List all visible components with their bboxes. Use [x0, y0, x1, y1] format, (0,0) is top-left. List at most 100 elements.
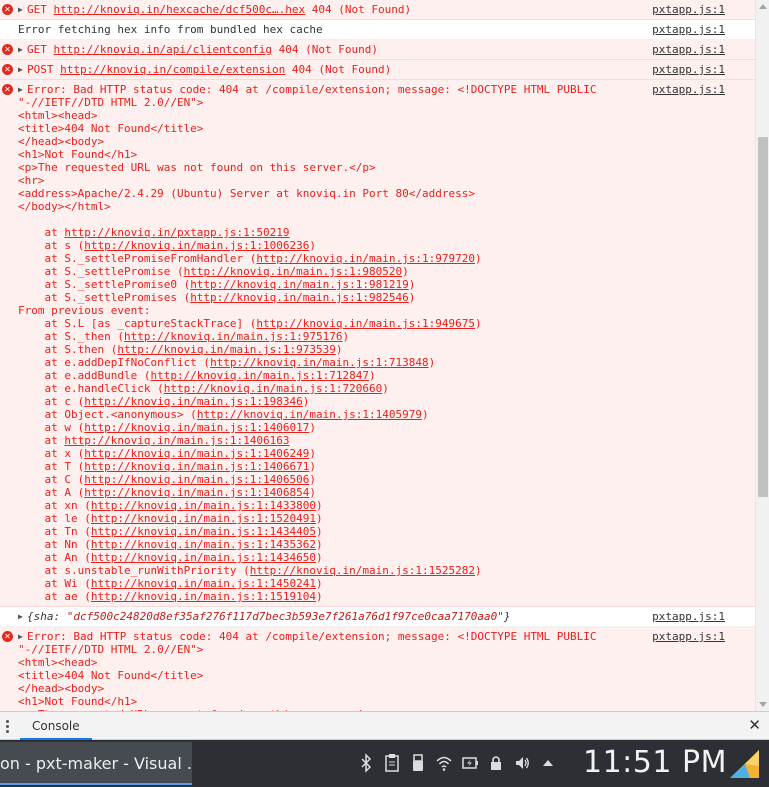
- stack-link[interactable]: http://knoviq.in/main.js:1:979720: [256, 252, 475, 265]
- stack-link[interactable]: http://knoviq.in/main.js:1:198346: [84, 395, 303, 408]
- close-drawer-icon[interactable]: ✕: [748, 718, 761, 733]
- source-link[interactable]: pxtapp.js:1: [652, 610, 725, 623]
- source-link[interactable]: pxtapp.js:1: [652, 63, 725, 76]
- message-line: at c (http://knoviq.in/main.js:1:198346): [18, 395, 640, 408]
- scroll-down-arrow-icon[interactable]: [759, 702, 767, 707]
- message-text: 404 (Not Found): [305, 3, 412, 16]
- console-error-message[interactable]: ✕ ▶ GET http://knoviq.in/hexcache/dcf500c……: [0, 0, 755, 20]
- tray-expand-icon[interactable]: [540, 752, 556, 774]
- message-line: <html><head>: [18, 656, 640, 669]
- console-object-message[interactable]: ▶ {sha: "dcf500c24820d8ef35af276f117d7bec…: [0, 607, 755, 627]
- stack-link[interactable]: http://knoviq.in/main.js:1:712847: [150, 369, 369, 382]
- source-link[interactable]: pxtapp.js:1: [652, 23, 725, 36]
- scroll-up-arrow-icon[interactable]: [759, 4, 767, 9]
- message-line: at S.then (http://knoviq.in/main.js:1:97…: [18, 343, 640, 356]
- usb-drive-icon[interactable]: [410, 752, 426, 774]
- expand-arrow-icon[interactable]: ▶: [18, 63, 27, 76]
- message-text: <html><head>: [18, 656, 98, 669]
- stack-link[interactable]: http://knoviq.in/main.js:1:1434650: [91, 551, 316, 564]
- stack-link[interactable]: http://knoviq.in/main.js:1:1435362: [91, 538, 316, 551]
- console-log[interactable]: ✕ ▶ GET http://knoviq.in/hexcache/dcf500c……: [0, 0, 755, 711]
- taskbar-task-vscode[interactable]: on - pxt-maker - Visual ...: [0, 742, 192, 785]
- message-text: From previous event:: [18, 304, 151, 317]
- message-text: <title>404 Not Found</title>: [18, 669, 204, 682]
- stack-link[interactable]: http://knoviq.in/pxtapp.js:1:50219: [64, 226, 289, 239]
- stack-link[interactable]: http://knoviq.in/main.js:1:1406017: [84, 421, 309, 434]
- message-text: <address>Apache/2.4.29 (Ubuntu) Server a…: [18, 187, 475, 200]
- stack-link[interactable]: http://knoviq.in/main.js:1:720660: [164, 382, 383, 395]
- message-content: ▶ GET http://knoviq.in/hexcache/dcf500c….…: [0, 0, 640, 19]
- console-error-message[interactable]: ✕ ▶ GET http://knoviq.in/api/clientconfig …: [0, 40, 755, 60]
- stack-link[interactable]: http://knoviq.in/main.js:1:1519104: [91, 590, 316, 603]
- message-line: <h1>Not Found</h1>: [18, 695, 640, 708]
- expand-arrow-icon[interactable]: ▶: [18, 3, 27, 16]
- stack-link[interactable]: http://knoviq.in/main.js:1:975176: [124, 330, 343, 343]
- message-line: at e.addDepIfNoConflict (http://knoviq.i…: [18, 356, 640, 369]
- message-text: at S._then (: [18, 330, 124, 343]
- message-content: ▶ Error: Bad HTTP status code: 404 at /co…: [0, 80, 640, 606]
- error-icon: ✕: [2, 84, 13, 95]
- stack-link[interactable]: http://knoviq.in/main.js:1:713848: [210, 356, 429, 369]
- volume-icon[interactable]: [514, 752, 530, 774]
- bluetooth-icon[interactable]: [358, 752, 374, 774]
- message-content: ▶ POST http://knoviq.in/compile/extension…: [0, 60, 640, 79]
- expand-arrow-icon[interactable]: ▶: [18, 43, 27, 56]
- console-scrollbar[interactable]: [755, 0, 769, 711]
- console-error-message[interactable]: ✕ ▶ POST http://knoviq.in/compile/extensio…: [0, 60, 755, 80]
- stack-link[interactable]: http://knoviq.in/main.js:1:1006236: [84, 239, 309, 252]
- clock[interactable]: 11:51 PM: [583, 745, 727, 781]
- stack-link[interactable]: http://knoviq.in/main.js:1:1406854: [84, 486, 309, 499]
- message-text: at S._settlePromise0 (: [18, 278, 191, 291]
- message-text: at s (: [18, 239, 85, 252]
- tab-console[interactable]: Console: [20, 712, 92, 740]
- mx-linux-logo-icon[interactable]: [728, 748, 761, 780]
- stack-link[interactable]: http://knoviq.in/main.js:1:1434405: [91, 525, 316, 538]
- message-text: at w (: [18, 421, 85, 434]
- message-text: 404 (Not Found): [272, 43, 379, 56]
- stack-link[interactable]: http://knoviq.in/compile/extension: [60, 63, 285, 76]
- stack-link[interactable]: http://knoviq.in/main.js:1:981219: [190, 278, 409, 291]
- stack-link[interactable]: http://knoviq.in/main.js:1:982546: [190, 291, 409, 304]
- message-line: ▶ GET http://knoviq.in/hexcache/dcf500c….…: [18, 3, 640, 16]
- message-content: ▶ Error: Bad HTTP status code: 404 at /co…: [0, 627, 640, 711]
- clipboard-icon[interactable]: [384, 752, 400, 774]
- lock-icon[interactable]: [488, 752, 504, 774]
- stack-link[interactable]: http://knoviq.in/main.js:1:1525282: [250, 564, 475, 577]
- stack-link[interactable]: http://knoviq.in/main.js:1:1406163: [64, 434, 289, 447]
- message-text: ): [309, 486, 317, 499]
- stack-link[interactable]: http://knoviq.in/main.js:1:1405979: [197, 408, 422, 421]
- error-icon: ✕: [2, 64, 13, 75]
- message-line: at S._settlePromises (http://knoviq.in/m…: [18, 291, 640, 304]
- source-link[interactable]: pxtapp.js:1: [652, 3, 725, 16]
- stack-link[interactable]: http://knoviq.in/main.js:1:1433800: [91, 499, 316, 512]
- expand-arrow-icon[interactable]: ▶: [18, 83, 27, 96]
- message-text: ): [474, 564, 482, 577]
- source-link[interactable]: pxtapp.js:1: [652, 83, 725, 96]
- source-link[interactable]: pxtapp.js:1: [652, 43, 725, 56]
- source-link[interactable]: pxtapp.js:1: [652, 630, 725, 643]
- message-line: at x (http://knoviq.in/main.js:1:1406249…: [18, 447, 640, 460]
- stack-link[interactable]: http://knoviq.in/main.js:1:1406249: [84, 447, 309, 460]
- message-line: at w (http://knoviq.in/main.js:1:1406017…: [18, 421, 640, 434]
- error-icon: ✕: [2, 44, 13, 55]
- stack-link[interactable]: http://knoviq.in/main.js:1:1406671: [84, 460, 309, 473]
- message-text: at C (: [18, 473, 85, 486]
- expand-arrow-icon[interactable]: ▶: [18, 630, 27, 643]
- stack-link[interactable]: http://knoviq.in/main.js:1:1520491: [91, 512, 316, 525]
- wifi-icon[interactable]: [436, 752, 452, 774]
- console-error-message[interactable]: ✕ ▶ Error: Bad HTTP status code: 404 at /c…: [0, 80, 755, 607]
- stack-link[interactable]: http://knoviq.in/hexcache/dcf500c….hex: [54, 3, 306, 16]
- scrollbar-thumb[interactable]: [758, 137, 768, 497]
- stack-link[interactable]: http://knoviq.in/main.js:1:1450241: [91, 577, 316, 590]
- stack-link[interactable]: http://knoviq.in/api/clientconfig: [54, 43, 273, 56]
- message-text: GET: [27, 3, 54, 16]
- stack-link[interactable]: http://knoviq.in/main.js:1:980520: [184, 265, 403, 278]
- console-log-message[interactable]: Error fetching hex info from bundled hex…: [0, 20, 755, 40]
- battery-charging-icon[interactable]: [462, 752, 478, 774]
- drawer-menu-icon[interactable]: [6, 720, 9, 733]
- stack-link[interactable]: http://knoviq.in/main.js:1:1406506: [84, 473, 309, 486]
- console-error-message[interactable]: ✕ ▶ Error: Bad HTTP status code: 404 at /c…: [0, 627, 755, 711]
- stack-link[interactable]: http://knoviq.in/main.js:1:973539: [117, 343, 336, 356]
- stack-link[interactable]: http://knoviq.in/main.js:1:949675: [256, 317, 475, 330]
- expand-arrow-icon[interactable]: ▶: [18, 610, 27, 623]
